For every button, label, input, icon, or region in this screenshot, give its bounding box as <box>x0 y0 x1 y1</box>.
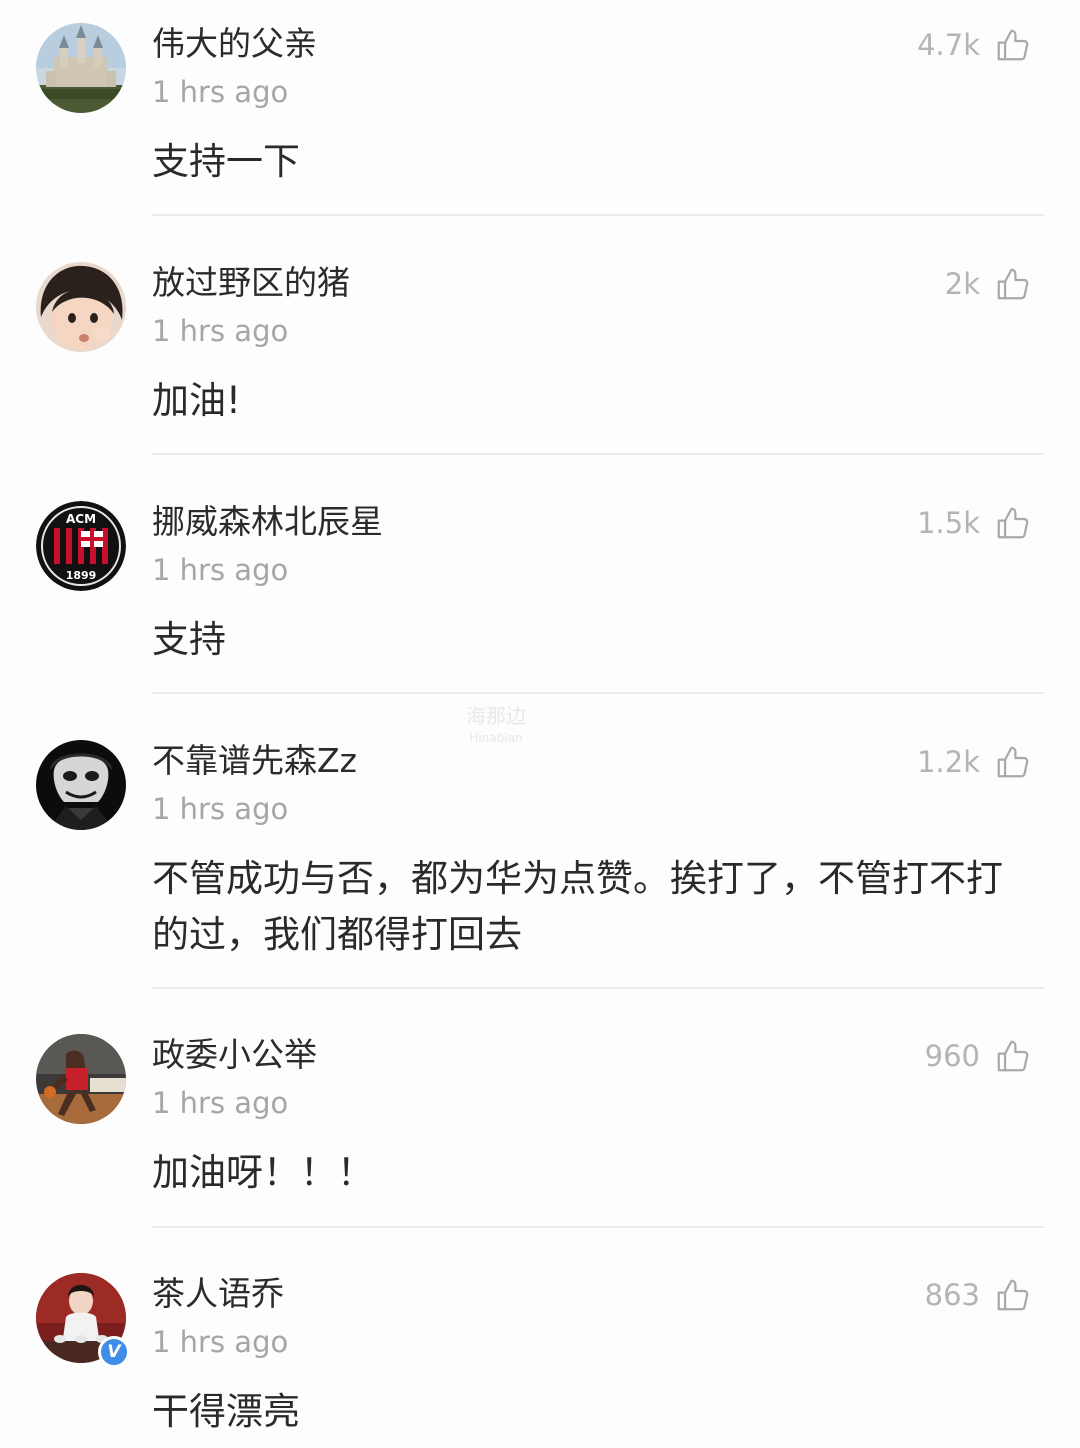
timestamp: 1 hrs ago <box>152 314 289 348</box>
divider <box>152 214 1044 216</box>
like-button[interactable]: 2k <box>945 261 1032 307</box>
comment-text: 支持一下 <box>152 140 300 183</box>
comment-list: 伟大的父亲 1 hrs ago 4.7k 支持一下 放过野区的猪 1 hrs a… <box>0 0 1080 1448</box>
comment-item: 伟大的父亲 1 hrs ago 4.7k 支持一下 <box>0 0 1080 216</box>
like-button[interactable]: 1.2k <box>917 739 1032 785</box>
thumbs-up-icon[interactable] <box>994 1037 1032 1075</box>
comment-item: 放过野区的猪 1 hrs ago 2k 加油! <box>0 239 1080 455</box>
username[interactable]: 不靠谱先森Zz <box>152 739 357 783</box>
divider <box>152 987 1044 989</box>
comment-text: 加油呀！！！ <box>152 1151 374 1194</box>
basketball-player-avatar-icon <box>36 1034 126 1124</box>
like-button[interactable]: 4.7k <box>917 22 1032 68</box>
comment-text: 不管成功与否，都为华为点赞。挨打了，不管打不打的过，我们都得打回去 <box>152 857 1003 956</box>
watermark: 海那边 Hinabian <box>466 705 526 749</box>
divider <box>152 453 1044 455</box>
avatar[interactable] <box>36 1034 126 1124</box>
crest-top-text: ACM <box>66 512 96 526</box>
comment-text: 支持 <box>152 618 226 661</box>
timestamp: 1 hrs ago <box>152 75 289 109</box>
username[interactable]: 茶人语乔 <box>152 1272 284 1316</box>
timestamp: 1 hrs ago <box>152 1325 289 1359</box>
avatar[interactable] <box>36 740 126 830</box>
avatar[interactable] <box>36 23 126 113</box>
like-button[interactable]: 863 <box>925 1272 1032 1318</box>
username[interactable]: 放过野区的猪 <box>152 261 350 305</box>
child-avatar-icon <box>36 262 126 352</box>
like-count: 1.5k <box>917 506 980 540</box>
divider <box>152 1226 1044 1228</box>
timestamp: 1 hrs ago <box>152 1086 289 1120</box>
thumbs-up-icon[interactable] <box>994 504 1032 542</box>
username[interactable]: 伟大的父亲 <box>152 22 317 66</box>
thumbs-up-icon[interactable] <box>994 26 1032 64</box>
comment-text: 加油! <box>152 379 241 422</box>
like-button[interactable]: 960 <box>925 1033 1032 1079</box>
comment-item: V 茶人语乔 1 hrs ago 863 干得漂亮 <box>0 1250 1080 1448</box>
like-count: 960 <box>924 1039 980 1073</box>
crest-bottom-text: 1899 <box>66 569 97 582</box>
like-count: 2k <box>944 267 980 301</box>
timestamp: 1 hrs ago <box>152 792 289 826</box>
thumbs-up-icon[interactable] <box>994 1276 1032 1314</box>
comment-item: 政委小公举 1 hrs ago 960 加油呀！！！ <box>0 1011 1080 1228</box>
comment-text: 干得漂亮 <box>152 1390 300 1433</box>
username[interactable]: 政委小公举 <box>152 1033 317 1077</box>
like-button[interactable]: 1.5k <box>917 500 1032 546</box>
joker-avatar-icon <box>36 740 126 830</box>
like-count: 4.7k <box>917 28 980 62</box>
castle-avatar-icon <box>36 23 126 113</box>
thumbs-up-icon[interactable] <box>994 743 1032 781</box>
verified-badge-icon: V <box>98 1336 130 1368</box>
comment-item: ACM 1899 挪威森林北辰星 1 hrs ago 1.5k 支持 <box>0 478 1080 694</box>
avatar[interactable] <box>36 262 126 352</box>
watermark-text: 海那边 <box>466 704 526 728</box>
like-count: 863 <box>924 1278 980 1312</box>
ac-milan-crest-avatar-icon: ACM 1899 <box>36 501 126 591</box>
like-count: 1.2k <box>917 745 980 779</box>
avatar[interactable]: ACM 1899 <box>36 501 126 591</box>
comment-item: 不靠谱先森Zz 1 hrs ago 1.2k 不管成功与否，都为华为点赞。挨打了… <box>0 717 1080 990</box>
username[interactable]: 挪威森林北辰星 <box>152 500 383 544</box>
divider <box>152 692 1044 694</box>
watermark-subtext: Hinabian <box>469 731 523 745</box>
thumbs-up-icon[interactable] <box>994 265 1032 303</box>
timestamp: 1 hrs ago <box>152 553 289 587</box>
